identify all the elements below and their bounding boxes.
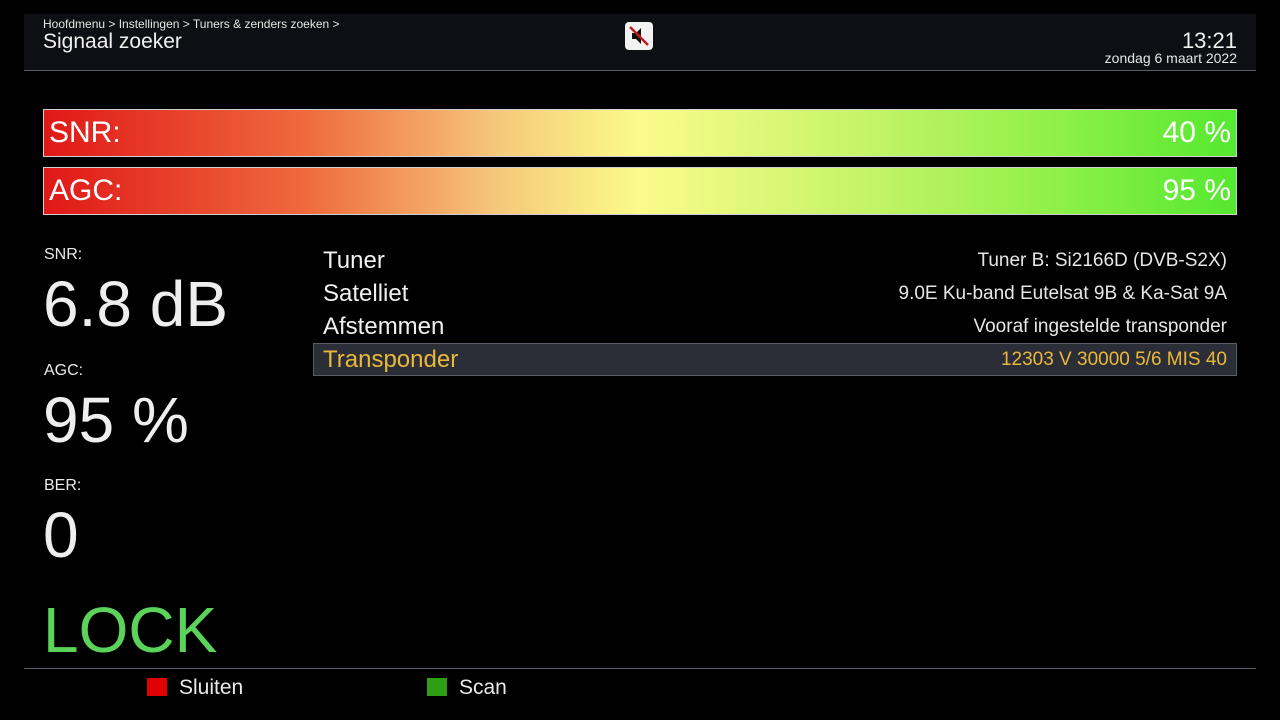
mute-icon	[625, 22, 653, 50]
snr-readout-label: SNR:	[44, 246, 83, 263]
agc-bar-value: 95 %	[1162, 174, 1231, 207]
setting-row-afstemmen[interactable]: Afstemmen Vooraf ingestelde transponder	[313, 310, 1237, 343]
setting-value: Vooraf ingestelde transponder	[973, 316, 1227, 337]
date: zondag 6 maart 2022	[1104, 50, 1237, 66]
ber-readout-value: 0	[43, 499, 79, 571]
setting-row-transponder[interactable]: Transponder 12303 V 30000 5/6 MIS 40	[313, 343, 1237, 376]
snr-readout-value: 6.8 dB	[43, 268, 229, 340]
header-bar: Hoofdmenu > Instellingen > Tuners & zend…	[24, 14, 1256, 71]
setting-label: Tuner	[323, 247, 385, 274]
setting-label: Afstemmen	[323, 313, 445, 340]
setting-label: Transponder	[323, 346, 459, 373]
agc-readout-label: AGC:	[44, 362, 84, 379]
scan-button-label: Scan	[459, 676, 507, 699]
snr-bar: SNR: 40 %	[43, 109, 1237, 157]
setting-value: 9.0E Ku-band Eutelsat 9B & Ka-Sat 9A	[898, 283, 1227, 304]
green-key-icon	[427, 678, 447, 696]
agc-bar-label: AGC:	[49, 174, 123, 207]
agc-readout-value: 95 %	[43, 384, 189, 456]
lock-status: LOCK	[43, 594, 218, 666]
agc-bar-fill	[44, 168, 1236, 214]
close-button-label: Sluiten	[179, 676, 244, 699]
footer-divider	[24, 668, 1256, 669]
signal-finder-screen: Hoofdmenu > Instellingen > Tuners & zend…	[0, 0, 1280, 720]
setting-row-tuner[interactable]: Tuner Tuner B: Si2166D (DVB-S2X)	[313, 244, 1237, 277]
breadcrumb: Hoofdmenu > Instellingen > Tuners & zend…	[43, 17, 340, 31]
setting-row-satelliet[interactable]: Satelliet 9.0E Ku-band Eutelsat 9B & Ka-…	[313, 277, 1237, 310]
agc-bar: AGC: 95 %	[43, 167, 1237, 215]
snr-bar-label: SNR:	[49, 116, 121, 149]
red-key-icon	[147, 678, 167, 696]
snr-bar-value: 40 %	[1162, 116, 1231, 149]
settings-list: Tuner Tuner B: Si2166D (DVB-S2X) Satelli…	[313, 244, 1237, 376]
ber-readout-label: BER:	[44, 477, 82, 494]
page-title: Signaal zoeker	[43, 30, 182, 53]
setting-label: Satelliet	[323, 280, 409, 307]
setting-value: 12303 V 30000 5/6 MIS 40	[1000, 349, 1227, 370]
setting-value: Tuner B: Si2166D (DVB-S2X)	[977, 250, 1227, 271]
